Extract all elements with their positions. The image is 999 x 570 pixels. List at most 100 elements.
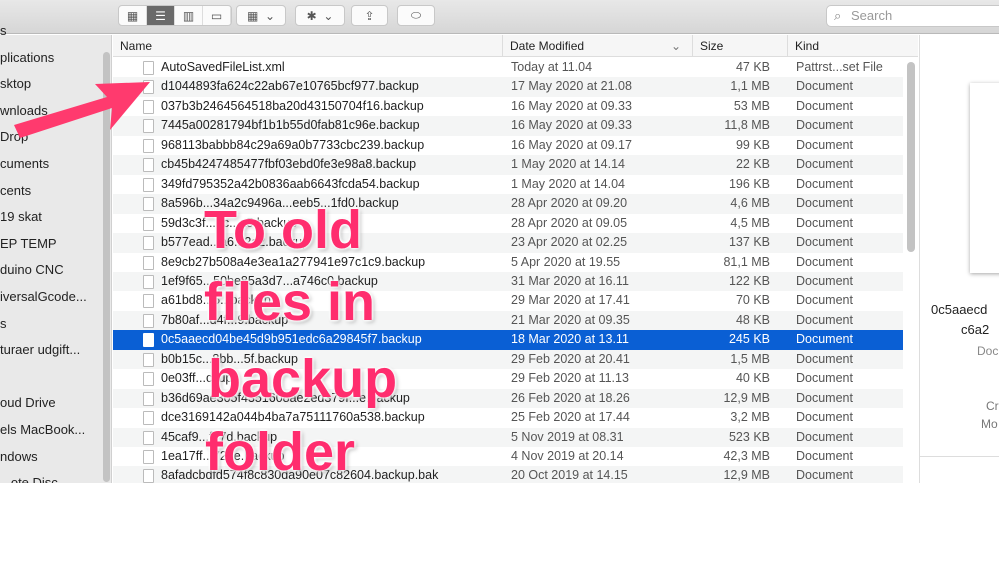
file-row[interactable]: 037b3b2464564518ba20d43150704f16.backup 1… — [113, 97, 903, 117]
file-row[interactable]: 59d3c3f...bc...a5.backup 28 Apr 2020 at 0… — [113, 214, 903, 234]
cell-size: 42,3 MB — [723, 449, 770, 463]
file-row[interactable]: b0b15c...8bb...5f.backup 29 Feb 2020 at 2… — [113, 349, 903, 370]
file-row[interactable]: b577ead...a6...2a2.backup 23 Apr 2020 at … — [113, 233, 903, 253]
sidebar-item[interactable]: plications — [0, 45, 54, 71]
cell-name: 037b3b2464564518ba20d43150704f16.backup — [161, 98, 424, 113]
cell-size: 3,2 MB — [730, 410, 770, 425]
cell-size: 47 KB — [735, 60, 770, 74]
cell-name: 7445a00281794bf1b1b55d0fab81c96e.backup — [161, 118, 420, 133]
search-input[interactable]: ⌕ Search — [826, 5, 999, 27]
cell-date: 25 Feb 2020 at 17.44 — [511, 410, 630, 425]
document-icon — [143, 138, 154, 153]
cell-kind: Document — [796, 176, 853, 191]
sidebar-item[interactable]: ...ote Disc — [0, 470, 58, 483]
cell-name: 0c5aaecd04be45d9b951edc6a29845f7.backup — [161, 332, 422, 347]
document-icon — [143, 99, 154, 114]
file-row[interactable]: 7b80af...d4f...9.backup 21 Mar 2020 at 09… — [113, 310, 903, 331]
cell-kind: Document — [796, 351, 853, 366]
cell-kind: Document — [796, 79, 853, 94]
sidebar-item[interactable]: 19 skat — [0, 204, 42, 230]
cell-size: 196 KB — [728, 176, 770, 191]
column-name[interactable]: Name — [113, 35, 502, 57]
sidebar-item[interactable]: iversalGcode... — [0, 284, 87, 310]
cell-date: 29 Feb 2020 at 20.41 — [511, 351, 630, 366]
sidebar-item[interactable]: ndows — [0, 444, 38, 470]
document-icon — [143, 61, 154, 75]
group-by-button[interactable]: ▦ ⌄ — [236, 5, 286, 26]
cell-date: 4 Nov 2019 at 20.14 — [511, 449, 624, 463]
search-icon: ⌕ — [834, 8, 842, 23]
file-row[interactable]: 45caf9...f77d.backup 5 Nov 2019 at 08.31 5… — [113, 427, 903, 448]
sidebar-item[interactable]: EP TEMP — [0, 231, 57, 257]
file-row[interactable]: 1ea17ff...723e.backup 4 Nov 2019 at 20.14… — [113, 447, 903, 467]
cell-kind: Document — [796, 98, 853, 113]
sidebar-item[interactable]: oud Drive — [0, 390, 56, 416]
cell-kind: Document — [796, 390, 853, 405]
sidebar-item[interactable]: turaer udgift... — [0, 337, 80, 363]
cell-name: 8afadcbdfd574f8c830da90e07c82604.backup.… — [161, 468, 439, 483]
cell-kind: Document — [796, 118, 853, 133]
cell-date: 26 Feb 2020 at 18.26 — [511, 390, 630, 405]
action-button[interactable]: ✱ ⌄ — [295, 5, 345, 26]
cell-size: 12,9 MB — [723, 468, 770, 483]
file-row[interactable]: 0c5aaecd04be45d9b951edc6a29845f7.backup 1… — [113, 330, 903, 350]
sidebar-item[interactable]: s — [0, 311, 7, 337]
gear-icon: ✱ — [306, 8, 317, 23]
cell-kind: Document — [796, 215, 853, 230]
file-row[interactable]: 8a596b...34a2c9496a...eeb5...1fd0.backup… — [113, 194, 903, 214]
cell-size: 40 KB — [735, 371, 770, 386]
file-row[interactable]: 8e9cb27b508a4e3ea1a277941e97c1c9.backup 5… — [113, 253, 903, 273]
file-row[interactable]: dce3169142a044b4ba7a75111760a538.backup 2… — [113, 408, 903, 428]
cell-name: cb45b4247485477fbf03ebd0fe3e98a8.backup — [161, 157, 417, 172]
cell-kind: Document — [796, 371, 853, 386]
share-button[interactable]: ⇪ — [351, 5, 388, 26]
document-icon — [143, 450, 154, 464]
cell-name: 1ea17ff...723e.backup — [161, 449, 285, 463]
sidebar-item[interactable]: cuments — [0, 151, 49, 177]
cell-size: 4,5 MB — [730, 215, 770, 230]
cell-name: 59d3c3f...bc...a5.backup — [161, 215, 298, 230]
sidebar-item[interactable]: els MacBook... — [0, 417, 85, 443]
cell-date: 18 Mar 2020 at 13.11 — [511, 332, 629, 347]
cell-kind: Document — [796, 235, 853, 250]
cell-size: 122 KB — [728, 273, 770, 288]
file-row[interactable]: cb45b4247485477fbf03ebd0fe3e98a8.backup 1… — [113, 155, 903, 175]
column-kind[interactable]: Kind — [787, 35, 918, 57]
tag-button[interactable]: ⬭ — [397, 5, 435, 26]
sidebar-item[interactable]: Drop — [0, 124, 28, 150]
file-row[interactable]: AutoSavedFileList.xml Today at 11.04 47 KB… — [113, 58, 903, 78]
file-row[interactable]: d1044893fa624c22ab67e10765bcf977.backup 1… — [113, 77, 903, 97]
cell-size: 99 KB — [735, 137, 770, 152]
cell-size: 1,5 MB — [730, 351, 770, 366]
cell-name: 8e9cb27b508a4e3ea1a277941e97c1c9.backup — [161, 254, 426, 269]
sidebar-item[interactable]: wnloads — [0, 98, 48, 124]
cell-size: 48 KB — [735, 312, 770, 327]
cell-date: 5 Apr 2020 at 19.55 — [511, 254, 621, 269]
cell-size: 11,8 MB — [724, 118, 770, 133]
sidebar-scrollbar[interactable] — [103, 52, 110, 482]
document-icon — [143, 216, 154, 231]
icon-view-button[interactable]: ▦ — [119, 6, 147, 25]
file-row[interactable]: 8afadcbdfd574f8c830da90e07c82604.backup.… — [113, 466, 903, 483]
file-row[interactable]: 968113babbb84c29a69a0b7733cbc239.backup 1… — [113, 136, 903, 156]
column-date-label: Date Modified — [510, 39, 585, 53]
preview-kind: Doc — [977, 344, 999, 358]
file-row[interactable]: 349fd795352a42b0836aab6643fcda54.backup 1… — [113, 175, 903, 195]
sidebar-item[interactable]: duino CNC — [0, 257, 64, 283]
sidebar-item[interactable]: cents — [0, 178, 31, 204]
sidebar-item[interactable]: s — [0, 18, 7, 44]
file-row[interactable]: 7445a00281794bf1b1b55d0fab81c96e.backup 1… — [113, 116, 903, 136]
document-icon — [143, 197, 154, 212]
file-row[interactable]: 1ef9f65...50be85a3d7...a746c0.backup 31 M… — [113, 271, 903, 292]
file-row[interactable]: b36d69ae305f4351608ae2ed379f...e.backup 2… — [113, 388, 903, 409]
file-row[interactable]: a61bd8...5...backup 29 Mar 2020 at 17.41 7… — [113, 291, 903, 311]
sidebar-item[interactable]: sktop — [0, 71, 31, 97]
gallery-view-button[interactable]: ▭ — [203, 6, 231, 25]
file-row[interactable]: 0e03ff...ckup 29 Feb 2020 at 11.13 40 KB Do… — [113, 369, 903, 389]
column-size[interactable]: Size — [692, 35, 787, 57]
list-scrollbar[interactable] — [907, 62, 915, 252]
column-date-modified[interactable]: Date Modified ⌄ — [502, 35, 692, 57]
column-view-button[interactable]: ▥ — [175, 6, 203, 25]
list-view-button[interactable]: ☰ — [147, 6, 175, 25]
cell-kind: Document — [796, 137, 853, 152]
